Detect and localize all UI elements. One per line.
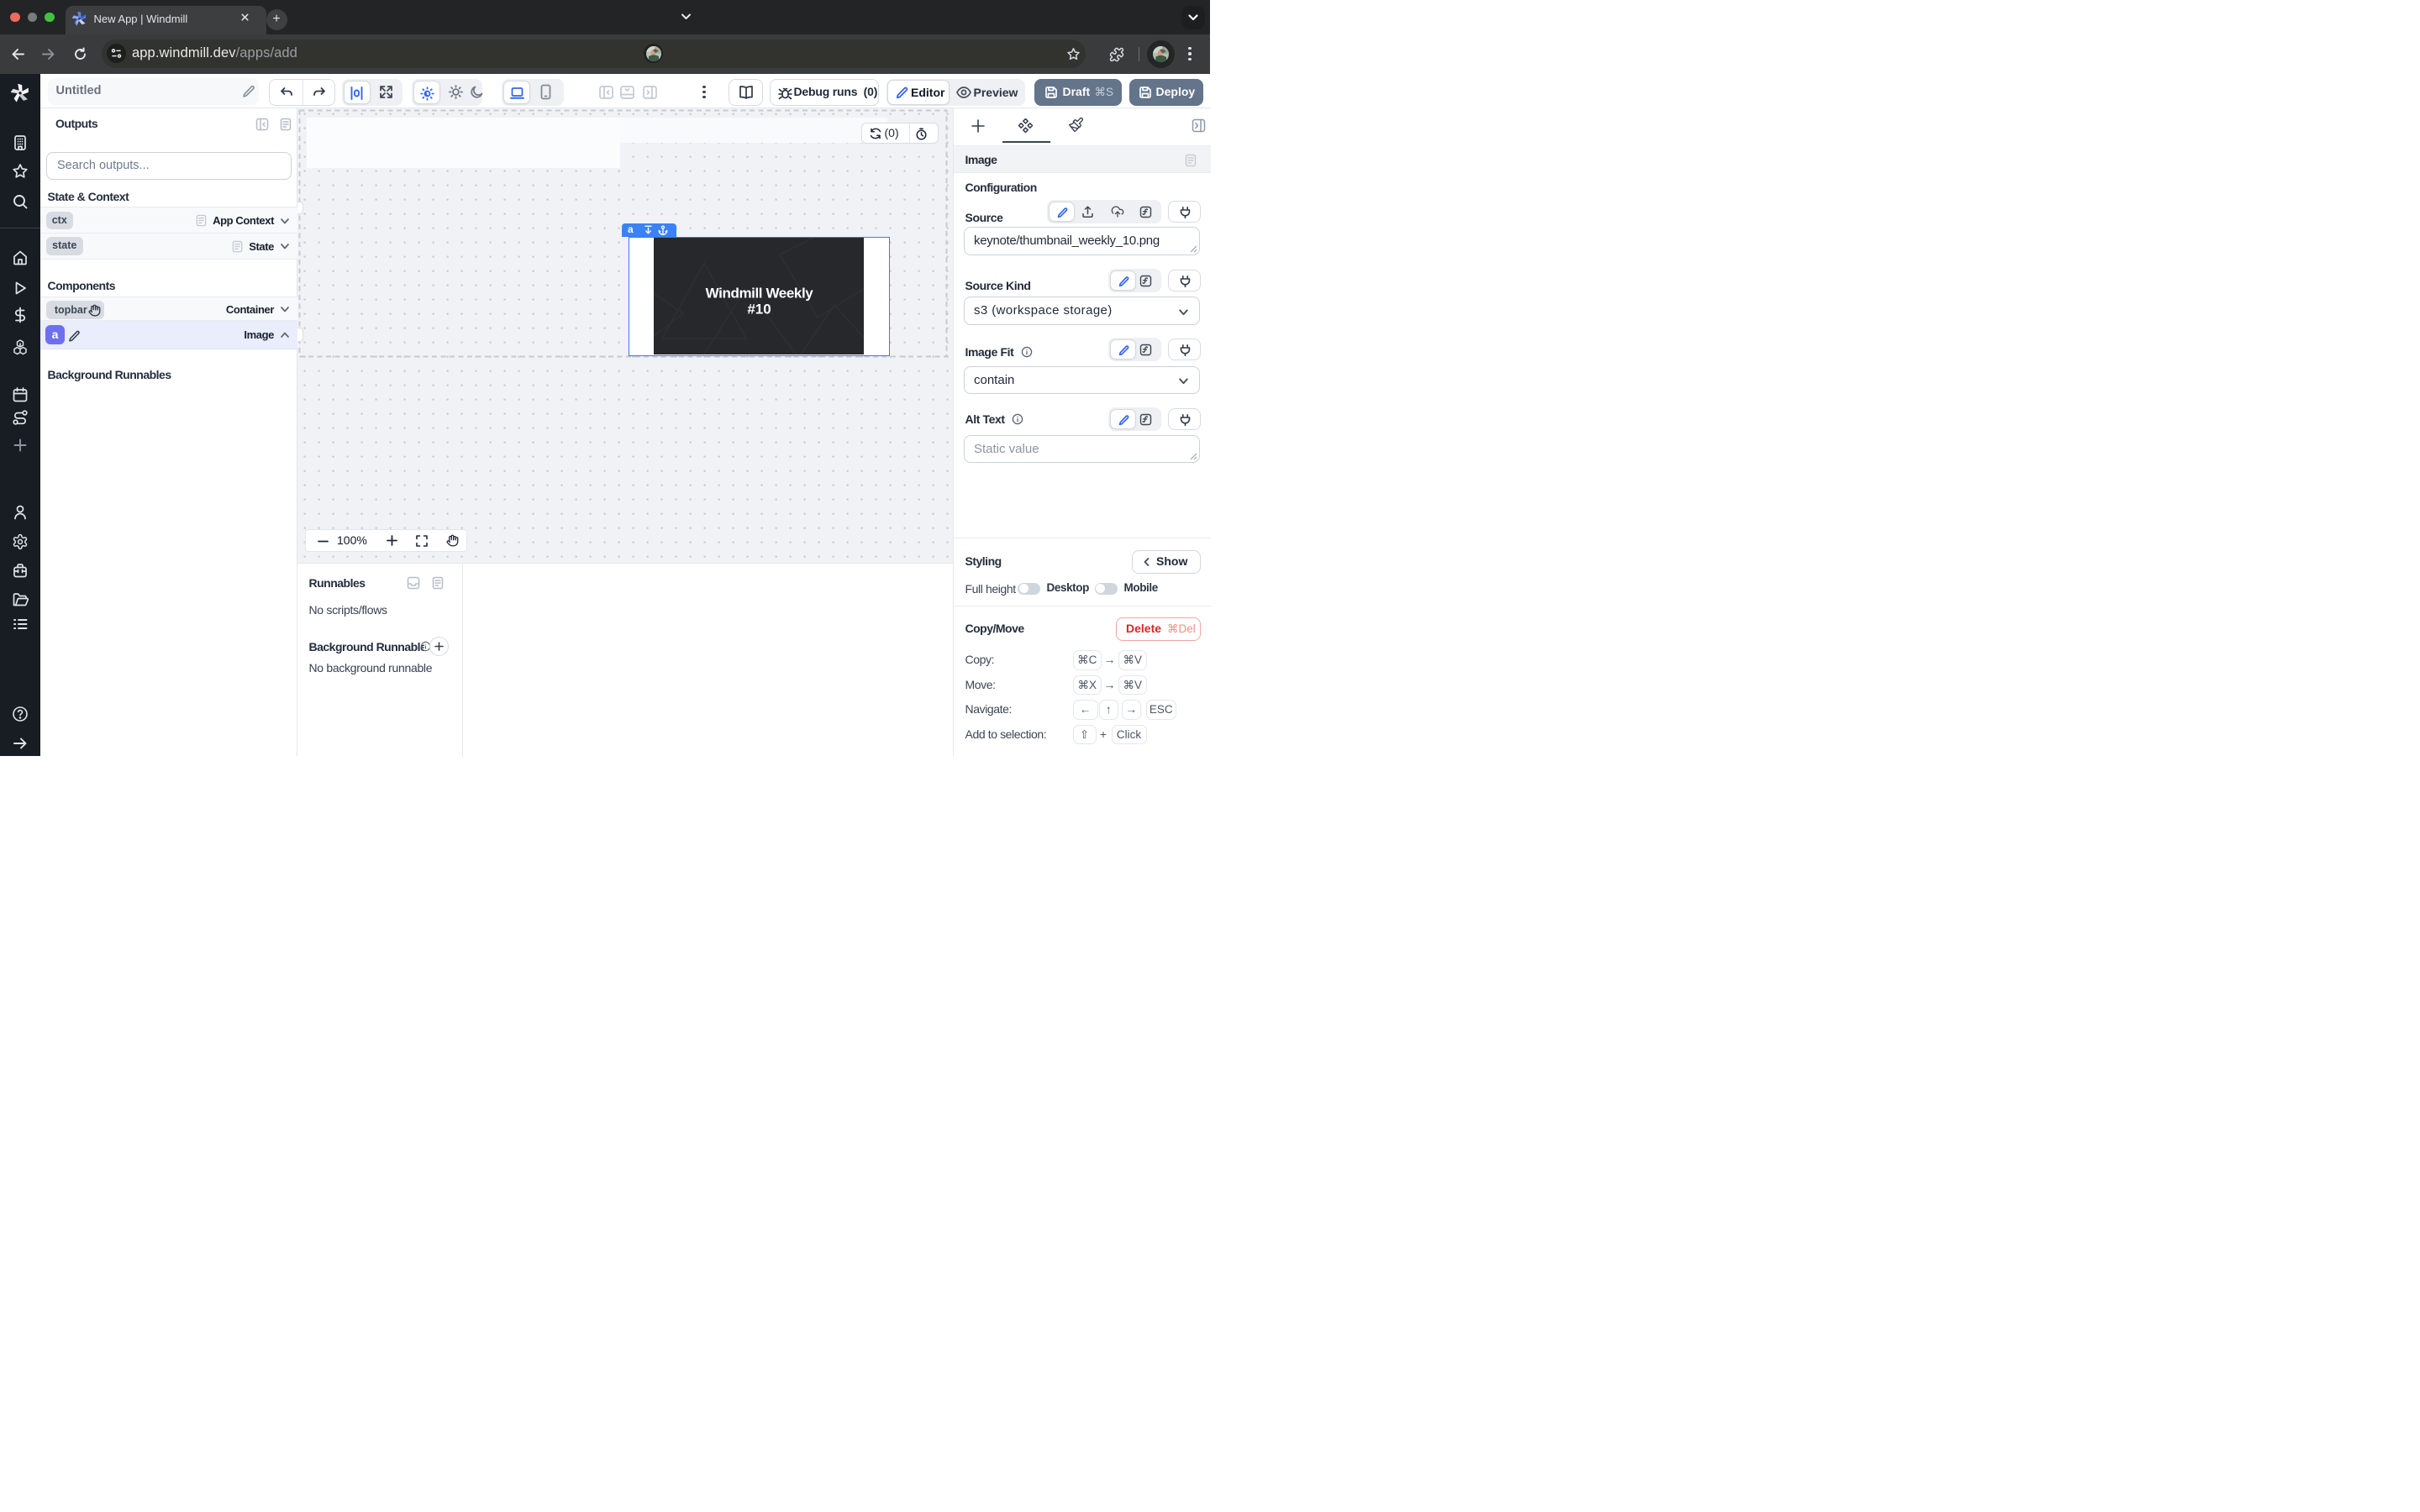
svg-text:#10: #10 bbox=[747, 302, 771, 318]
svg-text:Windmill Weekly: Windmill Weekly bbox=[706, 286, 814, 302]
